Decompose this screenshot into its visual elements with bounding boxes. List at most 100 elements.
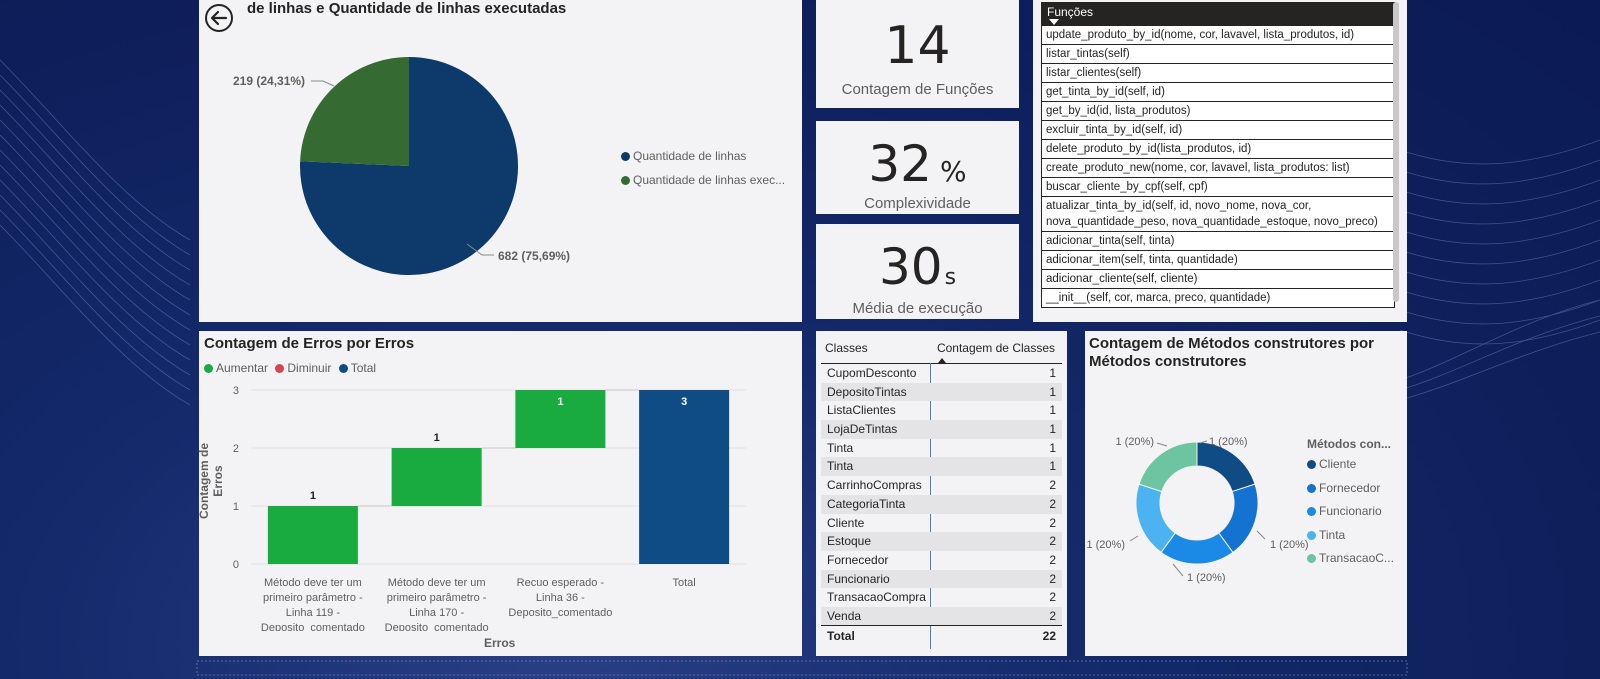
functions-header-label: Funções: [1047, 5, 1094, 19]
legend-item-executed-lines[interactable]: Quantidade de linhas exec...: [621, 173, 785, 197]
class-name: Tinta: [827, 440, 854, 455]
pie-leader-line: [311, 80, 335, 87]
x-tick-label: Total: [673, 577, 696, 589]
waterfall-xlabel: Erros: [484, 636, 516, 650]
donut-legend-items: Cliente Fornecedor Funcionario Tinta Transac…: [1307, 457, 1394, 575]
waterfall-data-label: 1: [310, 490, 316, 502]
class-count: 1: [1049, 459, 1056, 474]
pie-slice-executed-lines[interactable]: [300, 57, 409, 166]
card-value: 14: [884, 16, 951, 76]
donut-legend-item[interactable]: Tinta: [1307, 528, 1394, 552]
donut-legend-item[interactable]: Fornecedor: [1307, 481, 1394, 505]
class-row[interactable]: LojaDeTintas 1: [821, 420, 1062, 439]
class-row[interactable]: Funcionario 2: [821, 569, 1062, 589]
function-row[interactable]: buscar_cliente_by_cpf(self, cpf): [1041, 178, 1395, 197]
card-avg-execution: 30s Média de execução: [816, 224, 1019, 319]
card-value: 30s: [878, 238, 957, 296]
class-row[interactable]: CategoriaTinta 2: [821, 494, 1062, 514]
class-row[interactable]: Fornecedor 2: [821, 551, 1062, 570]
donut-data-label: 1 (20%): [1187, 572, 1226, 584]
waterfall-chart: 0 1 2 3 1 Método deve ter um primeiro parâmetr…: [233, 385, 746, 631]
class-row[interactable]: Cliente 2: [821, 514, 1062, 533]
functions-list: update_produto_by_id(nome, cor, lavavel,…: [1041, 26, 1395, 308]
waterfall-data-label: 3: [681, 396, 687, 408]
class-count: 2: [1049, 571, 1056, 586]
functions-table: Funções update_produto_by_id(nome, cor, …: [1041, 2, 1395, 308]
pie-legend: Quantidade de linhas Quantidade de linha…: [621, 149, 785, 197]
x-tick-label: Recuo esperado -: [517, 577, 605, 589]
class-row[interactable]: Venda 2: [821, 606, 1062, 626]
donut-legend-item[interactable]: Funcionario: [1307, 504, 1394, 528]
functions-scrollbar[interactable]: [1393, 2, 1399, 302]
class-row[interactable]: ListaClientes 1: [821, 401, 1062, 420]
classes-list: CupomDesconto 1 DepositoTintas 1 ListaClient…: [821, 364, 1062, 626]
function-row[interactable]: adicionar_item(self, tinta, quantidade): [1041, 251, 1395, 270]
legend-label: TransacaoC...: [1319, 551, 1394, 565]
class-name: DepositoTintas: [827, 384, 907, 399]
function-row[interactable]: adicionar_cliente(self, cliente): [1041, 270, 1395, 289]
donut-data-label: 1 (20%): [1270, 539, 1309, 551]
class-row[interactable]: Tinta 1: [821, 439, 1062, 458]
donut-slice[interactable]: [1138, 441, 1198, 493]
legend-label: Tinta: [1319, 527, 1346, 542]
class-count: 1: [1049, 422, 1056, 437]
class-row[interactable]: DepositoTintas 1: [821, 382, 1062, 402]
classes-header: Classes Contagem de Classes: [816, 339, 1067, 363]
waterfall-bar[interactable]: [267, 506, 358, 564]
class-row[interactable]: Tinta 1: [821, 457, 1062, 477]
class-row[interactable]: TransacaoCompra 2: [821, 588, 1062, 607]
legend-label: Cliente: [1319, 457, 1357, 471]
x-tick-label: Deposito_comentado: [508, 607, 612, 619]
legend-label: Funcionario: [1319, 504, 1382, 518]
col-classes[interactable]: Classes: [825, 341, 868, 355]
donut-legend-title: Métodos con...: [1307, 437, 1391, 451]
classes-panel: Classes Contagem de Classes CupomDescont…: [816, 331, 1067, 656]
card-function-count: 14 Contagem de Funções: [816, 0, 1019, 108]
donut-leader-line: [1156, 442, 1168, 447]
donut-leader-line: [1172, 563, 1184, 577]
function-row[interactable]: update_produto_by_id(nome, cor, lavavel,…: [1041, 26, 1395, 45]
waterfall-data-label: 1: [557, 396, 563, 408]
card-label: Contagem de Funções: [841, 81, 994, 98]
pie-data-label: 682 (75,69%): [498, 249, 570, 263]
waterfall-bar[interactable]: [391, 448, 482, 506]
class-row[interactable]: CupomDesconto 1: [821, 364, 1062, 383]
class-row[interactable]: CarrinhoCompras 2: [821, 476, 1062, 495]
legend-label: Quantidade de linhas: [633, 149, 747, 163]
function-row[interactable]: delete_produto_by_id(lista_produtos, id): [1041, 140, 1395, 159]
donut-leader-line: [1256, 530, 1266, 540]
donut-slice[interactable]: [1196, 441, 1256, 493]
function-row[interactable]: excluir_tinta_by_id(self, id): [1041, 121, 1395, 140]
class-name: Fornecedor: [827, 552, 889, 567]
class-name: LojaDeTintas: [827, 422, 898, 437]
donut-legend-item[interactable]: TransacaoC...: [1307, 551, 1394, 575]
x-tick-label: Linha 36 -: [536, 592, 585, 604]
function-row[interactable]: get_by_id(id, lista_produtos): [1041, 102, 1395, 121]
class-row[interactable]: Estoque 2: [821, 532, 1062, 551]
function-row[interactable]: atualizar_tinta_by_id(self, id, novo_nom…: [1041, 197, 1395, 232]
waterfall-bar[interactable]: [639, 390, 730, 564]
function-row[interactable]: create_produto_new(nome, cor, lavavel, l…: [1041, 159, 1395, 178]
col-class-count[interactable]: Contagem de Classes: [937, 341, 1055, 355]
x-tick-label: Deposito_comentado: [385, 622, 489, 631]
function-row[interactable]: listar_clientes(self): [1041, 64, 1395, 83]
total-value: 22: [1042, 629, 1056, 643]
legend-label: Fornecedor: [1319, 480, 1381, 495]
function-row[interactable]: listar_tintas(self): [1041, 45, 1395, 64]
function-row[interactable]: __init__(self, cor, marca, preco, quanti…: [1041, 289, 1395, 308]
legend-item-lines[interactable]: Quantidade de linhas: [621, 149, 785, 173]
class-name: CarrinhoCompras: [827, 478, 922, 493]
function-row[interactable]: get_tinta_by_id(self, id): [1041, 83, 1395, 102]
classes-total-row: Total 22: [821, 625, 1062, 645]
donut-legend-item[interactable]: Cliente: [1307, 457, 1394, 481]
donut-data-label: 1 (20%): [1115, 436, 1154, 448]
functions-header[interactable]: Funções: [1041, 2, 1395, 26]
class-count: 2: [1049, 534, 1056, 549]
x-tick-label: Método deve ter um: [388, 577, 486, 589]
class-name: Funcionario: [827, 571, 890, 586]
y-tick-label: 1: [233, 501, 239, 513]
function-row[interactable]: adicionar_tinta(self, tinta): [1041, 232, 1395, 251]
card-complexity: 32% Complexividade: [816, 121, 1019, 214]
donut-legend: Métodos con... Cliente Fornecedor Funciona…: [1307, 437, 1394, 575]
sort-down-icon: [1049, 19, 1059, 25]
